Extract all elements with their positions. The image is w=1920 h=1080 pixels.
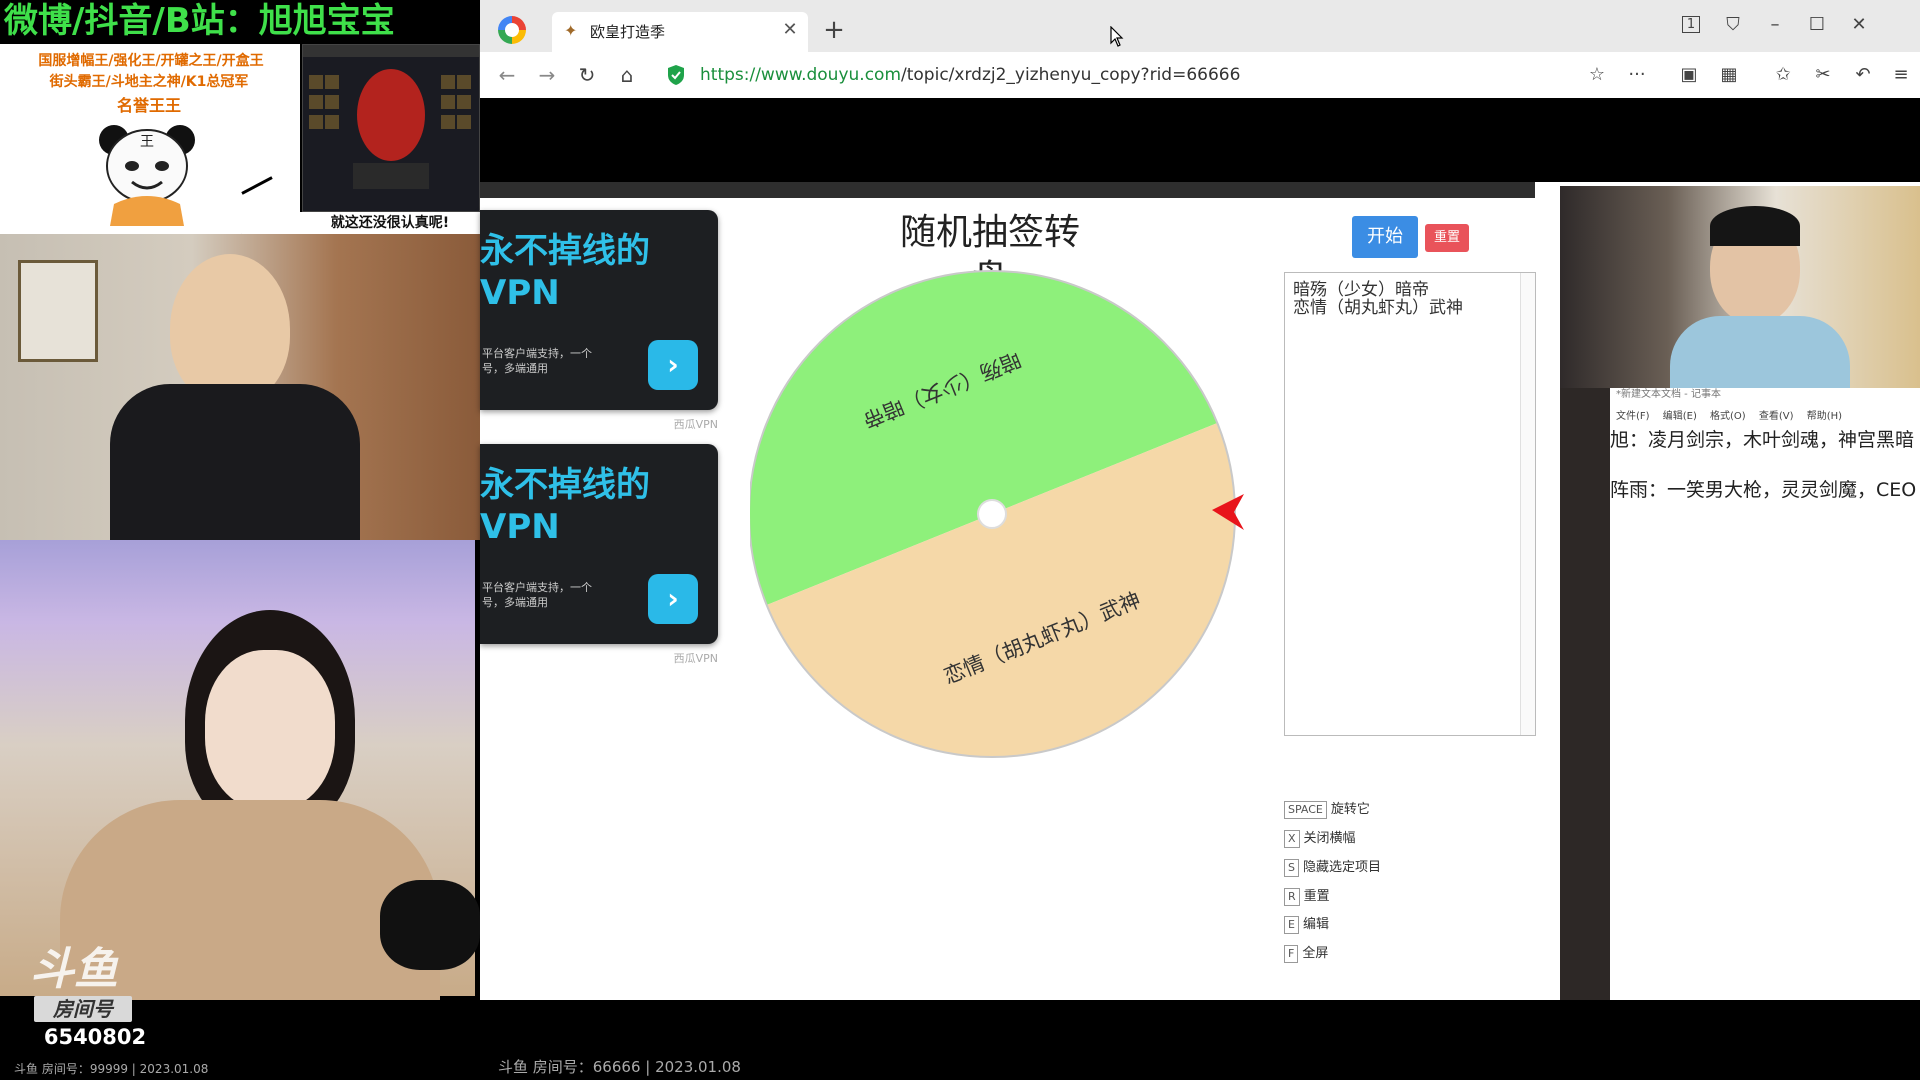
page-top-band [480, 98, 1920, 182]
close-window-button[interactable]: ✕ [1844, 10, 1874, 40]
ad-tag: 西瓜VPN [673, 418, 718, 431]
game-screenshot-thumbnail [302, 44, 480, 212]
ad-title: 永不掉线的 VPN [480, 231, 650, 313]
chevron-right-icon[interactable]: › [648, 574, 698, 624]
mouse-cursor-icon [1110, 26, 1124, 47]
shortcut-key: E [1284, 916, 1299, 934]
shortcut-row: F 全屏 [1284, 943, 1328, 965]
panda-badge: 王 [140, 134, 154, 150]
notepad-menu[interactable]: 文件(F) 编辑(E) 格式(O) 查看(V) 帮助(H) [1616, 410, 1842, 424]
maximize-button[interactable]: ☐ [1802, 10, 1832, 40]
navigation-bar: ← → ↻ ⌂ https://www.douyu.com/topic/xrdz… [480, 52, 1920, 99]
notepad-line: 阵雨：一笑男大枪，灵灵剑魔，CEO [1610, 479, 1917, 501]
chevron-right-icon[interactable]: › [648, 340, 698, 390]
new-tab-button[interactable]: + [820, 16, 848, 44]
page-header-strip [480, 182, 1535, 198]
shortcut-label: 隐藏选定项目 [1302, 860, 1381, 875]
stream-watermark: 斗鱼 房间号：66666 | 2023.01.08 [498, 1058, 741, 1076]
browser-logo-icon[interactable] [498, 16, 526, 44]
notepad-window: *新建文本文档 - 记事本 文件(F) 编辑(E) 格式(O) 查看(V) 帮助… [1610, 388, 1920, 1000]
tab-active[interactable]: ✦ 欧皇打造季 ✕ [552, 12, 808, 52]
more-icon[interactable]: ··· [1622, 60, 1652, 90]
vpn-ad-card[interactable]: 永不掉线的 VPN 平台客户端支持，一个 号，多端通用 › [480, 444, 718, 644]
shortcut-label: 旋转它 [1330, 802, 1370, 817]
list-item: 恋情（胡丸虾丸）武神 [1293, 298, 1463, 318]
browser-window: ✦ 欧皇打造季 ✕ + 1 ⛉ – ☐ ✕ ← → ↻ ⌂ https://ww… [480, 0, 1920, 1000]
secure-shield-icon[interactable] [666, 64, 686, 86]
shortcut-key: F [1284, 945, 1299, 963]
start-button[interactable]: 开始 [1352, 216, 1418, 258]
reader-icon[interactable]: ▣ [1674, 60, 1704, 90]
scissors-icon[interactable]: ✂ [1808, 60, 1838, 90]
shortcut-key: R [1284, 888, 1300, 906]
banner-text: 微博/抖音/B站：旭旭宝宝 [0, 0, 480, 42]
stream-overlay-left: 微博/抖音/B站：旭旭宝宝 国服增幅王/强化王/开罐之王/开盒王 街头霸王/斗地… [0, 0, 480, 1080]
tab-count-button[interactable]: 1 [1676, 10, 1706, 40]
reload-icon[interactable]: ↻ [572, 60, 602, 90]
apps-grid-icon[interactable]: ▦ [1714, 60, 1744, 90]
streamer-webcam-male [0, 234, 480, 544]
tab-bar: ✦ 欧皇打造季 ✕ + 1 ⛉ – ☐ ✕ [480, 0, 1920, 52]
streamer-webcam-female [0, 540, 480, 1000]
shortcut-label: 编辑 [1302, 917, 1329, 932]
notepad-line: 旭：凌月剑宗，木叶剑魂，神宫黑暗 [1610, 429, 1915, 451]
left-watermark: 斗鱼 房间号：99999 | 2023.01.08 [14, 1062, 209, 1076]
home-icon[interactable]: ⌂ [612, 60, 642, 90]
titles-line-1: 国服增幅王/强化王/开罐之王/开盒王 [38, 53, 264, 69]
undo-icon[interactable]: ↶ [1848, 60, 1878, 90]
shortcut-key: SPACE [1284, 801, 1327, 819]
slash-mark [241, 176, 273, 195]
textarea-scrollbar[interactable] [1520, 273, 1535, 735]
shortcut-label: 重置 [1303, 889, 1330, 904]
streamer-webcam-right [1560, 186, 1920, 388]
url-host: https://www.douyu.com [700, 65, 902, 85]
titles-line-2: 街头霸王/斗地主之神/K1总冠军 [49, 74, 249, 90]
favicon-icon: ✦ [564, 21, 578, 40]
address-bar[interactable]: https://www.douyu.com/topic/xrdzj2_yizhe… [700, 64, 1240, 86]
entries-textarea[interactable]: 暗殇（少女）暗帝 恋情（胡丸虾丸）武神 [1284, 272, 1536, 736]
ad-description: 平台客户端支持，一个 号，多端通用 [482, 347, 592, 375]
room-label: 房间号 [34, 996, 132, 1022]
ad-title: 永不掉线的 VPN [480, 465, 650, 547]
forward-icon[interactable]: → [532, 60, 562, 90]
shortcut-row: X 关闭横幅 [1284, 828, 1356, 850]
wheel-hub [977, 499, 1007, 529]
shortcut-key: X [1284, 830, 1300, 848]
notepad-title: *新建文本文档 - 记事本 [1616, 389, 1721, 400]
menu-icon[interactable]: ≡ [1886, 60, 1916, 90]
reset-button[interactable]: 重置 [1425, 224, 1469, 252]
game-caption: 就这还没很认真呢! [300, 212, 480, 234]
tab-title: 欧皇打造季 [590, 23, 666, 41]
shortcut-row: E 编辑 [1284, 914, 1329, 936]
shortcut-key: S [1284, 859, 1299, 877]
minimize-button[interactable]: – [1760, 10, 1790, 40]
background-strip [1560, 388, 1610, 1000]
titles-line-3: 名誉王王 [116, 96, 181, 115]
url-path: /topic/xrdzj2_yizhenyu_copy?rid=66666 [901, 65, 1241, 85]
shortcut-label: 关闭横幅 [1303, 831, 1356, 846]
spin-wheel[interactable]: 暗殇（少女）暗帝恋情（胡丸虾丸）武神 [750, 268, 1244, 762]
room-number: 6540802 [43, 1025, 147, 1049]
douyu-logo: 斗鱼 [30, 944, 118, 995]
shortcut-row: SPACE 旋转它 [1284, 799, 1370, 821]
shortcut-label: 全屏 [1302, 946, 1329, 961]
favorites-icon[interactable]: ✩ [1768, 60, 1798, 90]
tab-count: 1 [1681, 16, 1701, 33]
ad-tag: 西瓜VPN [673, 652, 718, 665]
shirt-icon[interactable]: ⛉ [1718, 10, 1748, 40]
vpn-ad-card[interactable]: 永不掉线的 VPN 平台客户端支持，一个 号，多端通用 › [480, 210, 718, 410]
shortcut-row: R 重置 [1284, 886, 1330, 908]
close-tab-icon[interactable]: ✕ [780, 20, 800, 40]
titles-panel: 国服增幅王/强化王/开罐之王/开盒王 街头霸王/斗地主之神/K1总冠军 名誉王王… [0, 44, 300, 250]
back-icon[interactable]: ← [492, 60, 522, 90]
bookmark-star-icon[interactable]: ☆ [1582, 60, 1612, 90]
list-item: 暗殇（少女）暗帝 [1293, 280, 1429, 300]
shortcut-row: S 隐藏选定项目 [1284, 857, 1381, 879]
ad-description: 平台客户端支持，一个 号，多端通用 [482, 581, 592, 609]
panda-meme-icon: 王 [99, 125, 195, 226]
